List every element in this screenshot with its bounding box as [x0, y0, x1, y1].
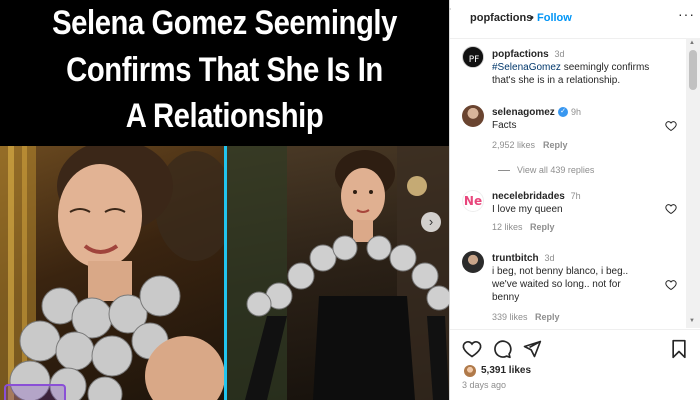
comment-1-likes[interactable]: 2,952 likes: [492, 140, 535, 150]
post-media[interactable]: Selena Gomez Seemingly Confirms That She…: [0, 0, 449, 400]
comment-2-header: necelebridades 7h: [492, 190, 581, 203]
comment-2-time: 7h: [570, 191, 581, 201]
comment-avatar-necelebridades[interactable]: Ne: [462, 190, 484, 212]
likes-avatar: [464, 365, 476, 377]
comment-3-reply-button[interactable]: Reply: [535, 312, 560, 322]
header-username[interactable]: popfactions: [470, 12, 532, 24]
caption-header-line: popfactions 3d: [492, 48, 564, 61]
scroll-down-arrow-icon[interactable]: ▼: [689, 318, 695, 324]
popfactions-logo-icon: PF: [464, 48, 483, 67]
photo-left-illustration: [0, 146, 225, 400]
comment-3-time: 3d: [544, 253, 555, 263]
comment-icon[interactable]: [492, 339, 512, 359]
photo-right-illustration: [227, 146, 449, 400]
comment-3-likes[interactable]: 339 likes: [492, 312, 528, 322]
comment-3-text-1: i beg, not benny blanco, i beg..: [492, 266, 629, 277]
comment-3-heart-icon[interactable]: [665, 279, 677, 291]
likes-count[interactable]: 5,391 likes: [481, 364, 531, 377]
headline-line-1: Selena Gomez Seemingly: [52, 4, 397, 42]
caption-text-2: that's she is in a relationship.: [492, 75, 621, 86]
post-headline: Selena Gomez Seemingly Confirms That She…: [0, 0, 449, 146]
view-replies-link[interactable]: View all 439 replies: [517, 165, 594, 175]
carousel-next-button[interactable]: ›: [421, 212, 441, 232]
comment-1-heart-icon[interactable]: [665, 120, 677, 132]
more-options-icon[interactable]: ···: [678, 6, 695, 22]
comment-3-username[interactable]: truntbitch: [492, 253, 539, 264]
comment-1-time: 9h: [571, 107, 582, 117]
comment-2-text: I love my queen: [492, 204, 563, 215]
photo-left: [0, 146, 225, 400]
like-heart-icon[interactable]: [462, 339, 482, 359]
photo-right: [227, 146, 449, 400]
comment-1-header: selenagomez: [492, 106, 555, 119]
comments-panel: popfactions • Follow ··· PF popfactions …: [449, 0, 700, 400]
svg-text:PF: PF: [469, 55, 480, 65]
comment-avatar-truntbitch[interactable]: [462, 251, 484, 273]
post-timestamp: 3 days ago: [462, 380, 507, 390]
headline-line-3: A Relationship: [125, 97, 324, 135]
comment-avatar-selenagomez[interactable]: [462, 105, 484, 127]
scroll-thumb[interactable]: [689, 50, 697, 90]
comment-2-username[interactable]: necelebridades: [492, 191, 565, 202]
caption-username[interactable]: popfactions: [492, 49, 549, 60]
comment-3-text-2: we've waited so long.. not for: [492, 279, 621, 290]
watermark-logo: [4, 384, 66, 400]
comment-2-reply-button[interactable]: Reply: [530, 222, 555, 232]
comment-2-likes[interactable]: 12 likes: [492, 222, 523, 232]
caption-avatar[interactable]: PF: [462, 46, 484, 68]
view-replies-line: [498, 170, 510, 171]
share-icon[interactable]: [522, 339, 542, 359]
bookmark-icon[interactable]: [669, 339, 689, 359]
headline-line-2: Confirms That She Is In: [66, 51, 383, 89]
comments-scrollbar[interactable]: ▲ ▼: [686, 38, 700, 328]
post-actions: 5,391 likes 3 days ago: [450, 329, 700, 401]
caption-text: #SelenaGomez seemingly confirms that's s…: [492, 61, 682, 87]
comment-1-text: Facts: [492, 120, 517, 131]
header-avatar: [449, 8, 451, 10]
comment-3-header: truntbitch 3d: [492, 252, 554, 265]
comment-1-reply-button[interactable]: Reply: [543, 140, 568, 150]
post-header: popfactions • Follow ···: [449, 0, 700, 39]
caption-time: 3d: [554, 49, 565, 59]
header-separator: •: [530, 12, 534, 24]
caption-text-1: seemingly confirms: [560, 62, 650, 73]
follow-button[interactable]: Follow: [537, 12, 572, 24]
comment-1-username[interactable]: selenagomez: [492, 107, 555, 118]
hashtag-link[interactable]: #SelenaGomez: [492, 62, 561, 73]
comment-3-text-3: benny: [492, 292, 520, 303]
verified-badge-icon: ✓: [558, 107, 568, 117]
scroll-up-arrow-icon[interactable]: ▲: [689, 40, 695, 46]
comment-2-heart-icon[interactable]: [665, 203, 677, 215]
